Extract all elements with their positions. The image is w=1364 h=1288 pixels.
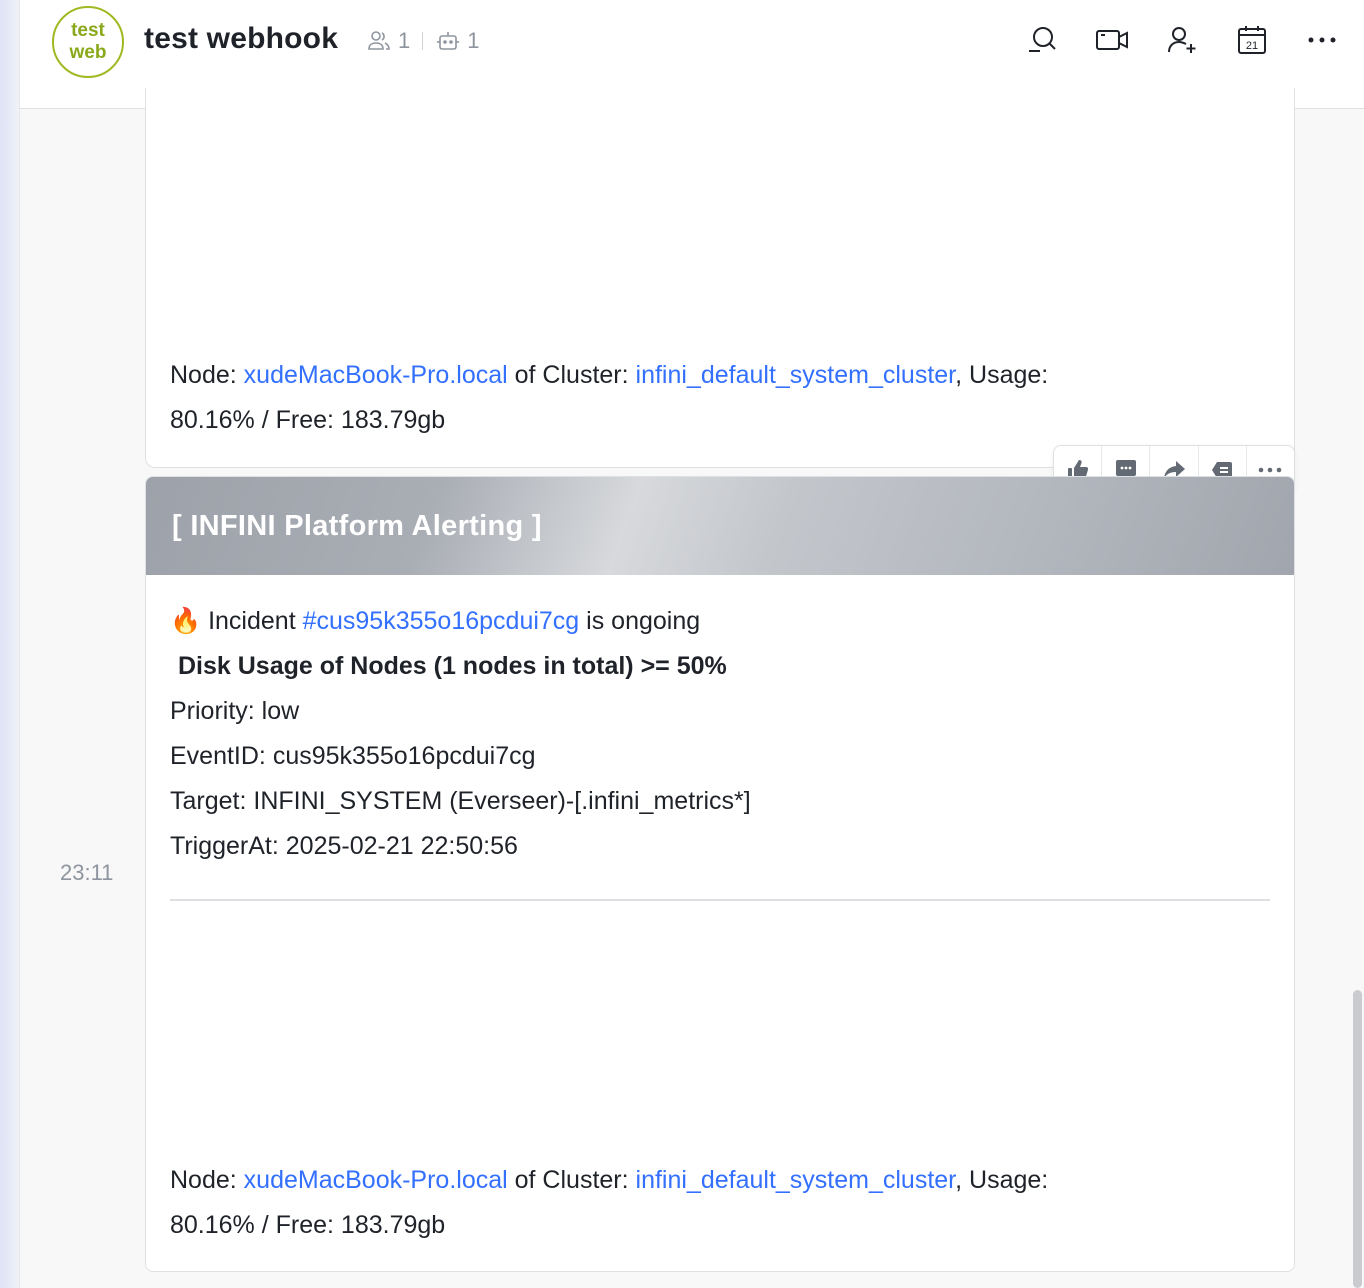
video-call-icon[interactable]: [1094, 22, 1130, 58]
fire-icon: 🔥: [170, 607, 202, 635]
chat-meta: 1 1: [366, 28, 480, 54]
usage-line: 80.16% / Free: 183.79gb: [170, 406, 446, 434]
incident-line: 🔥 Incident #cus95k355o16pcdui7cg is ongo…: [170, 599, 1270, 644]
incident-suffix: is ongoing: [579, 607, 701, 635]
alert-title: Disk Usage of Nodes (1 nodes in total) >…: [178, 652, 727, 680]
chat-title[interactable]: test webhook: [144, 22, 338, 56]
more-icon[interactable]: [1304, 22, 1340, 58]
search-chat-icon[interactable]: [1024, 22, 1060, 58]
node-label: Node:: [170, 1166, 244, 1194]
usage-label: , Usage:: [955, 1166, 1049, 1194]
message-card-previous: Node: xudeMacBook-Pro.local of Cluster: …: [145, 88, 1295, 468]
node-info: Node: xudeMacBook-Pro.local of Cluster: …: [170, 1158, 1270, 1248]
meta-divider: [422, 32, 424, 50]
members-icon[interactable]: [366, 28, 392, 54]
calendar-icon[interactable]: 21: [1234, 22, 1270, 58]
card-header-title: [ INFINI Platform Alerting ]: [172, 510, 542, 542]
card-body: 🔥 Incident #cus95k355o16pcdui7cg is ongo…: [146, 575, 1294, 869]
cluster-link[interactable]: infini_default_system_cluster: [636, 361, 956, 389]
header-actions: 21: [1024, 22, 1340, 58]
message-card-alert: [ INFINI Platform Alerting ] 🔥 Incident …: [145, 476, 1295, 1272]
calendar-day-text: 21: [1246, 40, 1258, 52]
chat-avatar[interactable]: test web: [52, 6, 124, 78]
usage-line: 80.16% / Free: 183.79gb: [170, 1211, 446, 1239]
incident-prefix: Incident: [201, 607, 303, 635]
incident-link[interactable]: #cus95k355o16pcdui7cg: [303, 607, 580, 635]
add-member-icon[interactable]: [1164, 22, 1200, 58]
cluster-label: of Cluster:: [507, 1166, 636, 1194]
scrollbar-thumb[interactable]: [1353, 990, 1362, 1288]
message-timestamp: 23:11: [60, 860, 114, 885]
node-info: Node: xudeMacBook-Pro.local of Cluster: …: [170, 353, 1270, 443]
member-count[interactable]: 1: [398, 28, 410, 54]
usage-label: , Usage:: [955, 361, 1049, 389]
card-header: [ INFINI Platform Alerting ]: [146, 477, 1294, 575]
avatar-text-line1: test: [71, 20, 105, 41]
cluster-link[interactable]: infini_default_system_cluster: [636, 1166, 956, 1194]
trigger-at-line: TriggerAt: 2025-02-21 22:50:56: [170, 832, 518, 860]
bot-icon[interactable]: [435, 28, 461, 54]
cluster-label: of Cluster:: [507, 361, 636, 389]
card-divider: [170, 899, 1270, 901]
node-link[interactable]: xudeMacBook-Pro.local: [244, 361, 508, 389]
left-sidebar-edge: [0, 0, 20, 1288]
node-link[interactable]: xudeMacBook-Pro.local: [244, 1166, 508, 1194]
bot-count[interactable]: 1: [467, 28, 479, 54]
avatar-text-line2: web: [69, 42, 107, 63]
priority-line: Priority: low: [170, 697, 300, 725]
node-label: Node:: [170, 361, 244, 389]
target-line: Target: INFINI_SYSTEM (Everseer)-[.infin…: [170, 787, 751, 815]
event-id-line: EventID: cus95k355o16pcdui7cg: [170, 742, 536, 770]
